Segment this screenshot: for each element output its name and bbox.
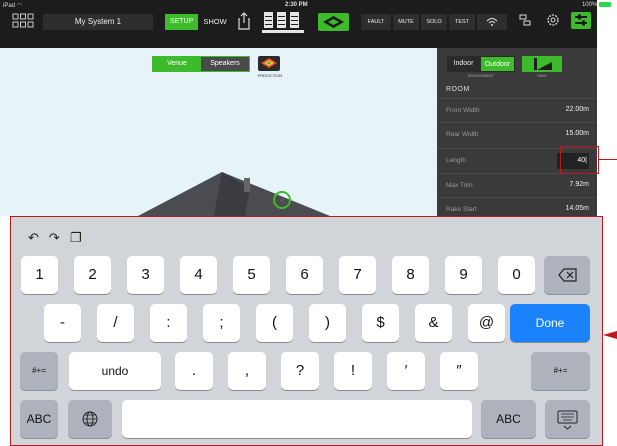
outdoor-option[interactable]: Outdoor (480, 56, 515, 72)
prediction-label: PREDICTION (257, 73, 283, 78)
mute-button[interactable]: MUTE (393, 14, 419, 30)
key-close-paren[interactable]: ) (309, 304, 346, 342)
dismiss-keyboard-key[interactable] (545, 400, 590, 438)
battery-percent: 100% (581, 2, 598, 9)
symbols-key-left[interactable]: #+= (20, 352, 58, 390)
venue-speakers-segment: Venue Speakers (152, 56, 250, 72)
gear-icon[interactable] (545, 12, 561, 28)
rake-start-row[interactable]: Rake Start 14.05m (437, 197, 597, 216)
key-0[interactable]: 0 (498, 256, 535, 294)
rake-button[interactable] (522, 56, 562, 72)
space-key[interactable] (122, 400, 472, 438)
system-settings-button[interactable] (571, 12, 591, 29)
rake-label: RAKE (537, 74, 547, 78)
sliders-icon (575, 14, 587, 26)
key-open-paren[interactable]: ( (256, 304, 293, 342)
length-label: Length (446, 157, 466, 164)
rear-width-label: Rear Width (446, 131, 479, 138)
front-width-row[interactable]: Front Width 22.00m (437, 98, 597, 122)
key-7[interactable]: 7 (339, 256, 376, 294)
redo-icon[interactable]: ↷ (49, 230, 60, 246)
length-highlight-box (560, 146, 599, 174)
key-2[interactable]: 2 (74, 256, 111, 294)
abc-key-left[interactable]: ABC (20, 400, 58, 438)
battery-icon (599, 2, 611, 7)
environment-toggle: Indoor Outdoor (447, 56, 515, 72)
speaker-position-dot (280, 198, 284, 202)
wifi-icon (486, 17, 498, 26)
max-trim-value: 7.92m (569, 181, 589, 188)
status-battery: 100% (582, 2, 611, 8)
max-trim-label: Max Trim (446, 182, 473, 189)
rear-width-row[interactable]: Rear Width 15.00m (437, 122, 597, 146)
venue-tab[interactable]: Venue (153, 57, 201, 71)
key-8[interactable]: 8 (392, 256, 429, 294)
wifi-button[interactable] (477, 14, 507, 30)
test-button[interactable]: TEST (449, 14, 475, 30)
backspace-key[interactable] (544, 256, 590, 294)
device-label: iPad (3, 3, 16, 9)
key-period[interactable]: . (175, 352, 213, 390)
key-exclamation[interactable]: ! (334, 352, 372, 390)
fault-button[interactable]: FAULT (361, 14, 391, 30)
key-colon[interactable]: : (150, 304, 187, 342)
key-1[interactable]: 1 (21, 256, 58, 294)
key-hyphen[interactable]: - (44, 304, 81, 342)
speaker-arrays-icon[interactable] (262, 10, 304, 34)
status-time: 2:30 PM (285, 2, 308, 8)
key-slash[interactable]: / (97, 304, 134, 342)
key-5[interactable]: 5 (233, 256, 270, 294)
venue-scene (138, 172, 330, 216)
undo-key[interactable]: undo (69, 352, 161, 390)
status-device: iPad ◠ (3, 3, 22, 9)
key-double-prime[interactable]: ″ (440, 352, 478, 390)
paste-icon[interactable]: ❐ (70, 230, 82, 246)
rake-icon (534, 58, 552, 70)
globe-icon (82, 411, 98, 427)
solo-button[interactable]: SOLO (421, 14, 447, 30)
done-key[interactable]: Done (510, 304, 590, 342)
max-trim-row[interactable]: Max Trim 7.92m (437, 173, 597, 197)
keyboard-shortcut-bar: ↶ ↷ ❐ (28, 230, 81, 246)
length-highlight-line (599, 159, 617, 160)
key-question[interactable]: ? (281, 352, 319, 390)
rake-start-value: 14.05m (565, 205, 589, 212)
key-ampersand[interactable]: & (415, 304, 452, 342)
grid-menu-icon[interactable] (12, 13, 34, 29)
speaker-model (244, 178, 250, 192)
symbols-key-right[interactable]: #+= (531, 352, 590, 390)
system-name-field[interactable]: My System 1 (43, 14, 153, 30)
rear-width-value: 15.00m (565, 130, 589, 137)
setup-button[interactable]: SETUP (165, 14, 198, 30)
rake-start-label: Rake Start (446, 206, 477, 213)
front-width-value: 22.00m (565, 106, 589, 113)
venue-view-button[interactable] (318, 13, 349, 31)
key-semicolon[interactable]: ; (203, 304, 240, 342)
keyboard-dismiss-icon (557, 410, 578, 430)
globe-key[interactable] (68, 400, 112, 438)
devices-icon[interactable] (519, 14, 531, 26)
undo-icon[interactable]: ↶ (28, 230, 39, 246)
key-4[interactable]: 4 (180, 256, 217, 294)
key-9[interactable]: 9 (445, 256, 482, 294)
venue-icon (323, 16, 344, 28)
front-width-label: Front Width (446, 107, 480, 114)
key-comma[interactable]: , (228, 352, 266, 390)
show-button[interactable]: SHOW (200, 14, 230, 30)
key-prime[interactable]: ′ (387, 352, 425, 390)
key-dollar[interactable]: $ (362, 304, 399, 342)
indoor-option[interactable]: Indoor (447, 56, 480, 72)
prediction-button[interactable] (258, 56, 280, 71)
backspace-icon (558, 268, 577, 282)
environment-label: ENVIRONMENT (468, 74, 494, 78)
keyboard-pointer-arrow (603, 331, 617, 339)
room-section-title: ROOM (446, 86, 470, 93)
share-icon[interactable] (238, 12, 250, 30)
key-6[interactable]: 6 (286, 256, 323, 294)
key-3[interactable]: 3 (127, 256, 164, 294)
key-at[interactable]: @ (468, 304, 505, 342)
speakers-tab[interactable]: Speakers (201, 57, 249, 71)
abc-key-right[interactable]: ABC (481, 400, 536, 438)
prediction-icon (261, 58, 277, 68)
